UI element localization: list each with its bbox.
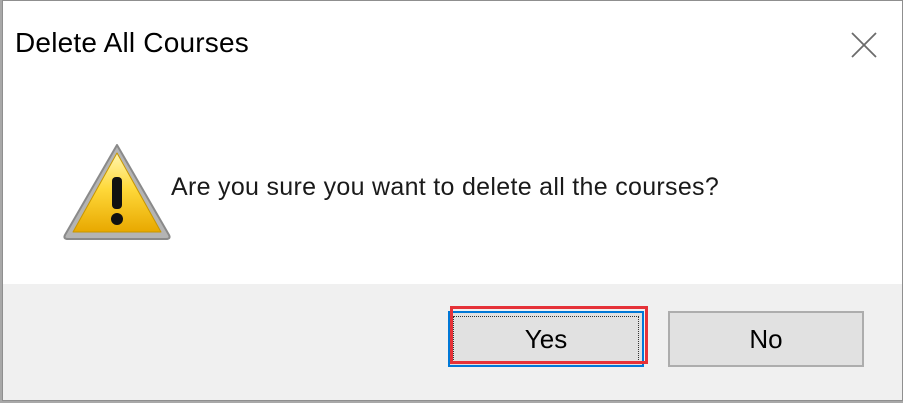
- dialog-title: Delete All Courses: [15, 27, 249, 58]
- close-button[interactable]: [840, 21, 888, 69]
- warning-icon: [63, 144, 171, 240]
- dialog-content: Are you sure you want to delete all the …: [3, 89, 902, 284]
- close-icon: [851, 32, 877, 58]
- yes-button[interactable]: Yes: [448, 311, 644, 367]
- no-button-label: No: [749, 323, 783, 354]
- no-button[interactable]: No: [668, 311, 864, 367]
- dialog-titlebar: Delete All Courses: [3, 1, 902, 89]
- confirm-dialog: Delete All Courses Are you sure you want…: [2, 0, 903, 401]
- dialog-message: Are you sure you want to delete all the …: [171, 173, 720, 201]
- yes-button-label: Yes: [524, 323, 568, 354]
- dialog-footer: Yes No: [3, 284, 902, 400]
